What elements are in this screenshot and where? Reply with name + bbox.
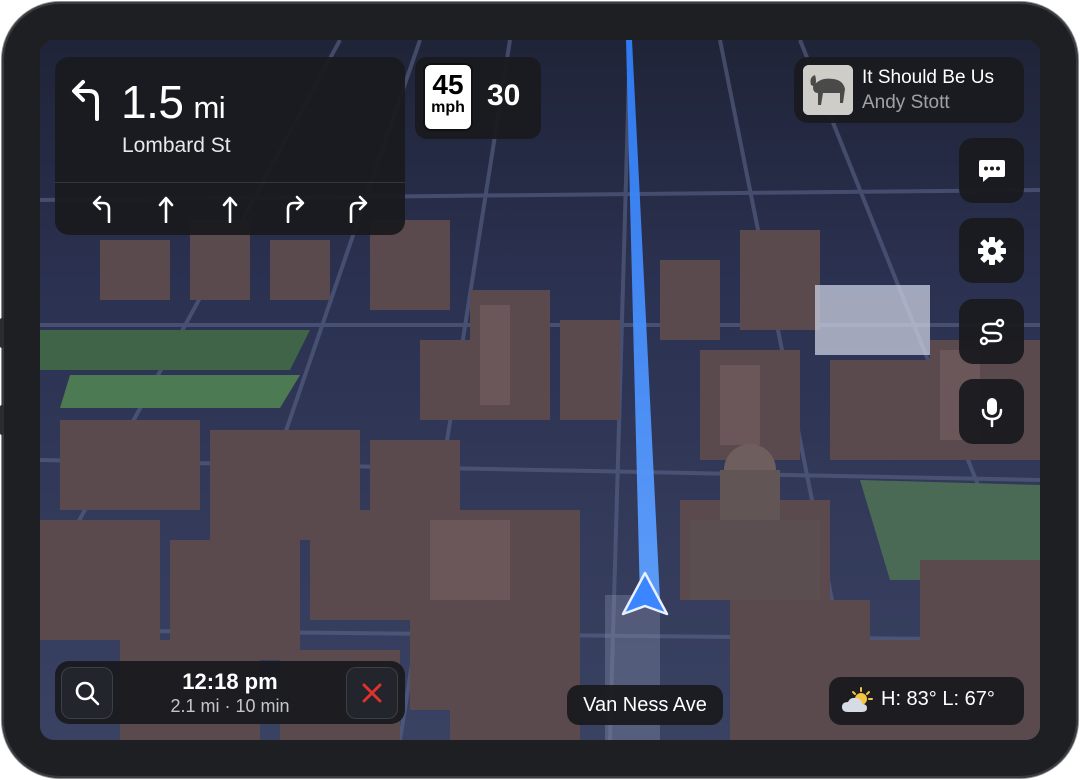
current-location-arrow-icon [621,571,669,616]
maneuver-header: 1.5 mi Lombard St [55,57,405,182]
voice-button[interactable] [959,379,1024,444]
arrival-time: 12:18 pm [182,669,278,694]
volume-button [0,405,4,435]
partly-cloudy-icon [842,687,873,712]
volume-button [0,318,4,348]
maneuver-panel: 1.5 mi Lombard St [55,57,405,235]
distance-unit: mi [193,90,226,125]
messages-button[interactable] [959,138,1024,203]
weather-temps: H: 83° L: 67° [881,688,995,710]
lane-turn-right-icon [341,193,373,225]
speed-limit-sign: 45 mph [423,63,473,131]
now-playing-widget[interactable]: It Should Be Us Andy Stott [794,57,1024,123]
lane-straight-icon [214,193,246,225]
maneuver-distance: 1.5 mi [121,75,226,129]
end-route-button[interactable] [346,667,398,719]
weather-widget: H: 83° L: 67° [829,677,1024,725]
maneuver-street: Lombard St [122,134,231,157]
search-button[interactable] [61,667,113,719]
lane-turn-right-icon [278,193,310,225]
lane-guidance [55,182,405,235]
message-icon [978,159,1005,182]
album-art [803,65,853,115]
track-artist: Andy Stott [862,92,950,113]
turn-left-arrow-icon [72,80,99,121]
close-icon [362,683,382,703]
distance-value: 1.5 [121,76,184,128]
track-title: It Should Be Us [862,67,995,88]
trip-panel: 12:18 pm 2.1 mi · 10 min [55,661,405,724]
speed-limit-value: 45 [432,69,464,100]
route-overview-button[interactable] [959,299,1024,364]
current-speed: 30 [487,79,521,112]
current-street-label: Van Ness Ave [567,685,723,725]
search-icon [75,681,100,706]
microphone-icon [981,397,1002,427]
gear-icon [977,236,1006,265]
speed-panel: 45 mph 30 [415,57,541,139]
trip-summary: 2.1 mi · 10 min [170,696,290,716]
settings-button[interactable] [959,218,1024,283]
navigation-screen: 1.5 mi Lombard St 45 mph 30 It Should Be… [40,40,1040,740]
lane-straight-icon [150,193,182,225]
lane-turn-left-icon [87,193,119,225]
route-icon [979,318,1004,345]
speed-limit-unit: mph [431,99,465,116]
